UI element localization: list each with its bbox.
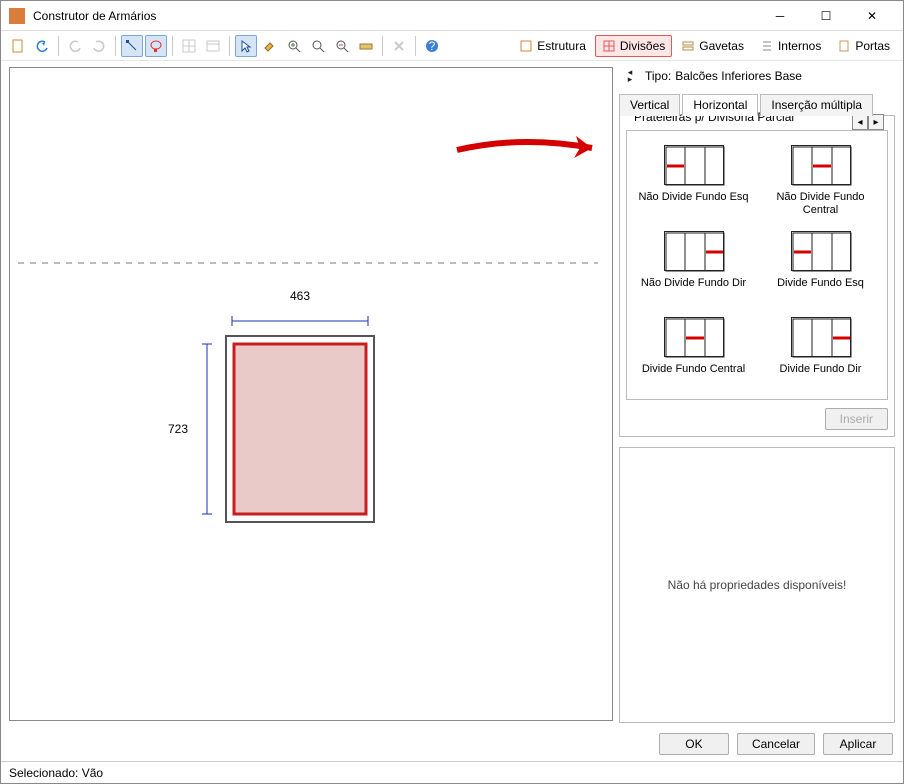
zoom-in-icon[interactable]	[283, 35, 305, 57]
option-label: Não Divide Fundo Esq	[638, 191, 748, 217]
options-grid: Não Divide Fundo Esq Não Divide Fundo Ce…	[631, 141, 883, 393]
group-prateleiras: Prateleiras p/ Divisória Parcial ◂ ▸ Não…	[619, 115, 895, 437]
separator	[115, 36, 116, 56]
status-text: Selecionado: Vão	[9, 766, 103, 780]
option-label: Divide Fundo Dir	[780, 363, 862, 389]
properties-panel: Não há propriedades disponíveis!	[619, 447, 895, 723]
width-label: 463	[290, 289, 310, 303]
option-df-esq[interactable]: Divide Fundo Esq	[762, 231, 879, 303]
tab-horizontal[interactable]: Horizontal	[682, 94, 758, 116]
collapse-toggle[interactable]: ◂▸	[623, 69, 637, 83]
insert-row: Inserir	[626, 408, 888, 430]
option-label: Não Divide Fundo Dir	[641, 277, 746, 303]
mode-internos[interactable]: Internos	[753, 35, 828, 57]
tipo-row: ◂▸ Tipo: Balcões Inferiores Base	[619, 67, 895, 87]
svg-text:?: ?	[429, 39, 436, 53]
dialog-buttons: OK Cancelar Aplicar	[1, 727, 903, 761]
cancelar-button[interactable]: Cancelar	[737, 733, 815, 755]
separator	[415, 36, 416, 56]
grid-icon[interactable]	[178, 35, 200, 57]
separator	[172, 36, 173, 56]
inserir-button[interactable]: Inserir	[825, 408, 888, 430]
option-label: Divide Fundo Central	[642, 363, 745, 389]
ok-button[interactable]: OK	[659, 733, 729, 755]
zoom-fit-icon[interactable]	[307, 35, 329, 57]
main-area: 463 723 ◂▸ Tipo: Balcões Inferiores Base…	[1, 61, 903, 727]
divisoes-icon	[602, 39, 616, 53]
window-title: Construtor de Armários	[33, 9, 757, 23]
gavetas-icon	[681, 39, 695, 53]
measure-icon[interactable]	[355, 35, 377, 57]
portas-icon	[837, 39, 851, 53]
thumb-icon	[791, 317, 851, 357]
title-bar: Construtor de Armários ─ ☐ ✕	[1, 1, 903, 31]
tipo-value: Balcões Inferiores Base	[675, 69, 802, 83]
right-panel: ◂▸ Tipo: Balcões Inferiores Base Vertica…	[615, 61, 903, 727]
undo2-icon[interactable]	[64, 35, 86, 57]
app-icon	[9, 8, 25, 24]
paint-icon[interactable]	[259, 35, 281, 57]
undo-icon[interactable]	[31, 35, 53, 57]
estrutura-icon	[519, 39, 533, 53]
aplicar-button[interactable]: Aplicar	[823, 733, 893, 755]
mode-portas[interactable]: Portas	[830, 35, 897, 57]
new-icon[interactable]	[7, 35, 29, 57]
option-label: Divide Fundo Esq	[777, 277, 864, 303]
maximize-button[interactable]: ☐	[803, 1, 849, 31]
option-nf-esq[interactable]: Não Divide Fundo Esq	[635, 145, 752, 217]
thumb-icon	[664, 231, 724, 271]
option-label: Não Divide Fundo Central	[762, 191, 879, 217]
help-icon[interactable]: ?	[421, 35, 443, 57]
mode-estrutura[interactable]: Estrutura	[512, 35, 593, 57]
minimize-button[interactable]: ─	[757, 1, 803, 31]
thumb-icon	[791, 145, 851, 185]
select-lasso-icon[interactable]	[145, 35, 167, 57]
mode-buttons: Estrutura Divisões Gavetas Internos Port…	[512, 35, 897, 57]
pager-next[interactable]: ▸	[868, 114, 884, 130]
tipo-label: Tipo:	[645, 69, 671, 83]
option-nf-dir[interactable]: Não Divide Fundo Dir	[635, 231, 752, 303]
option-nf-central[interactable]: Não Divide Fundo Central	[762, 145, 879, 217]
mode-label: Divisões	[620, 39, 665, 53]
close-button[interactable]: ✕	[849, 1, 895, 31]
pager-prev[interactable]: ◂	[852, 114, 868, 130]
status-bar: Selecionado: Vão	[1, 761, 903, 783]
delete-icon[interactable]	[388, 35, 410, 57]
separator	[58, 36, 59, 56]
tab-vertical[interactable]: Vertical	[619, 94, 680, 116]
height-label: 723	[168, 422, 188, 436]
mode-label: Estrutura	[537, 39, 586, 53]
cursor-icon[interactable]	[235, 35, 257, 57]
thumb-icon	[664, 145, 724, 185]
option-df-dir[interactable]: Divide Fundo Dir	[762, 317, 879, 389]
tabs: Vertical Horizontal Inserção múltipla	[619, 93, 895, 116]
zoom-out-icon[interactable]	[331, 35, 353, 57]
options-box: Não Divide Fundo Esq Não Divide Fundo Ce…	[626, 130, 888, 400]
drawing-canvas[interactable]: 463 723	[9, 67, 613, 721]
mode-label: Internos	[778, 39, 821, 53]
schedule-icon[interactable]	[202, 35, 224, 57]
tab-container: Vertical Horizontal Inserção múltipla Pr…	[619, 93, 895, 437]
select-rect-icon[interactable]	[121, 35, 143, 57]
mode-gavetas[interactable]: Gavetas	[674, 35, 751, 57]
separator	[229, 36, 230, 56]
group-pager: ◂ ▸	[852, 114, 884, 130]
toolbar: ? Estrutura Divisões Gavetas Internos Po…	[1, 31, 903, 61]
mode-label: Portas	[855, 39, 890, 53]
internos-icon	[760, 39, 774, 53]
tab-insercao-multipla[interactable]: Inserção múltipla	[760, 94, 873, 116]
thumb-icon	[664, 317, 724, 357]
separator	[382, 36, 383, 56]
mode-label: Gavetas	[699, 39, 744, 53]
mode-divisoes[interactable]: Divisões	[595, 35, 672, 57]
option-df-central[interactable]: Divide Fundo Central	[635, 317, 752, 389]
redo-icon[interactable]	[88, 35, 110, 57]
properties-empty-text: Não há propriedades disponíveis!	[668, 578, 847, 592]
thumb-icon	[791, 231, 851, 271]
